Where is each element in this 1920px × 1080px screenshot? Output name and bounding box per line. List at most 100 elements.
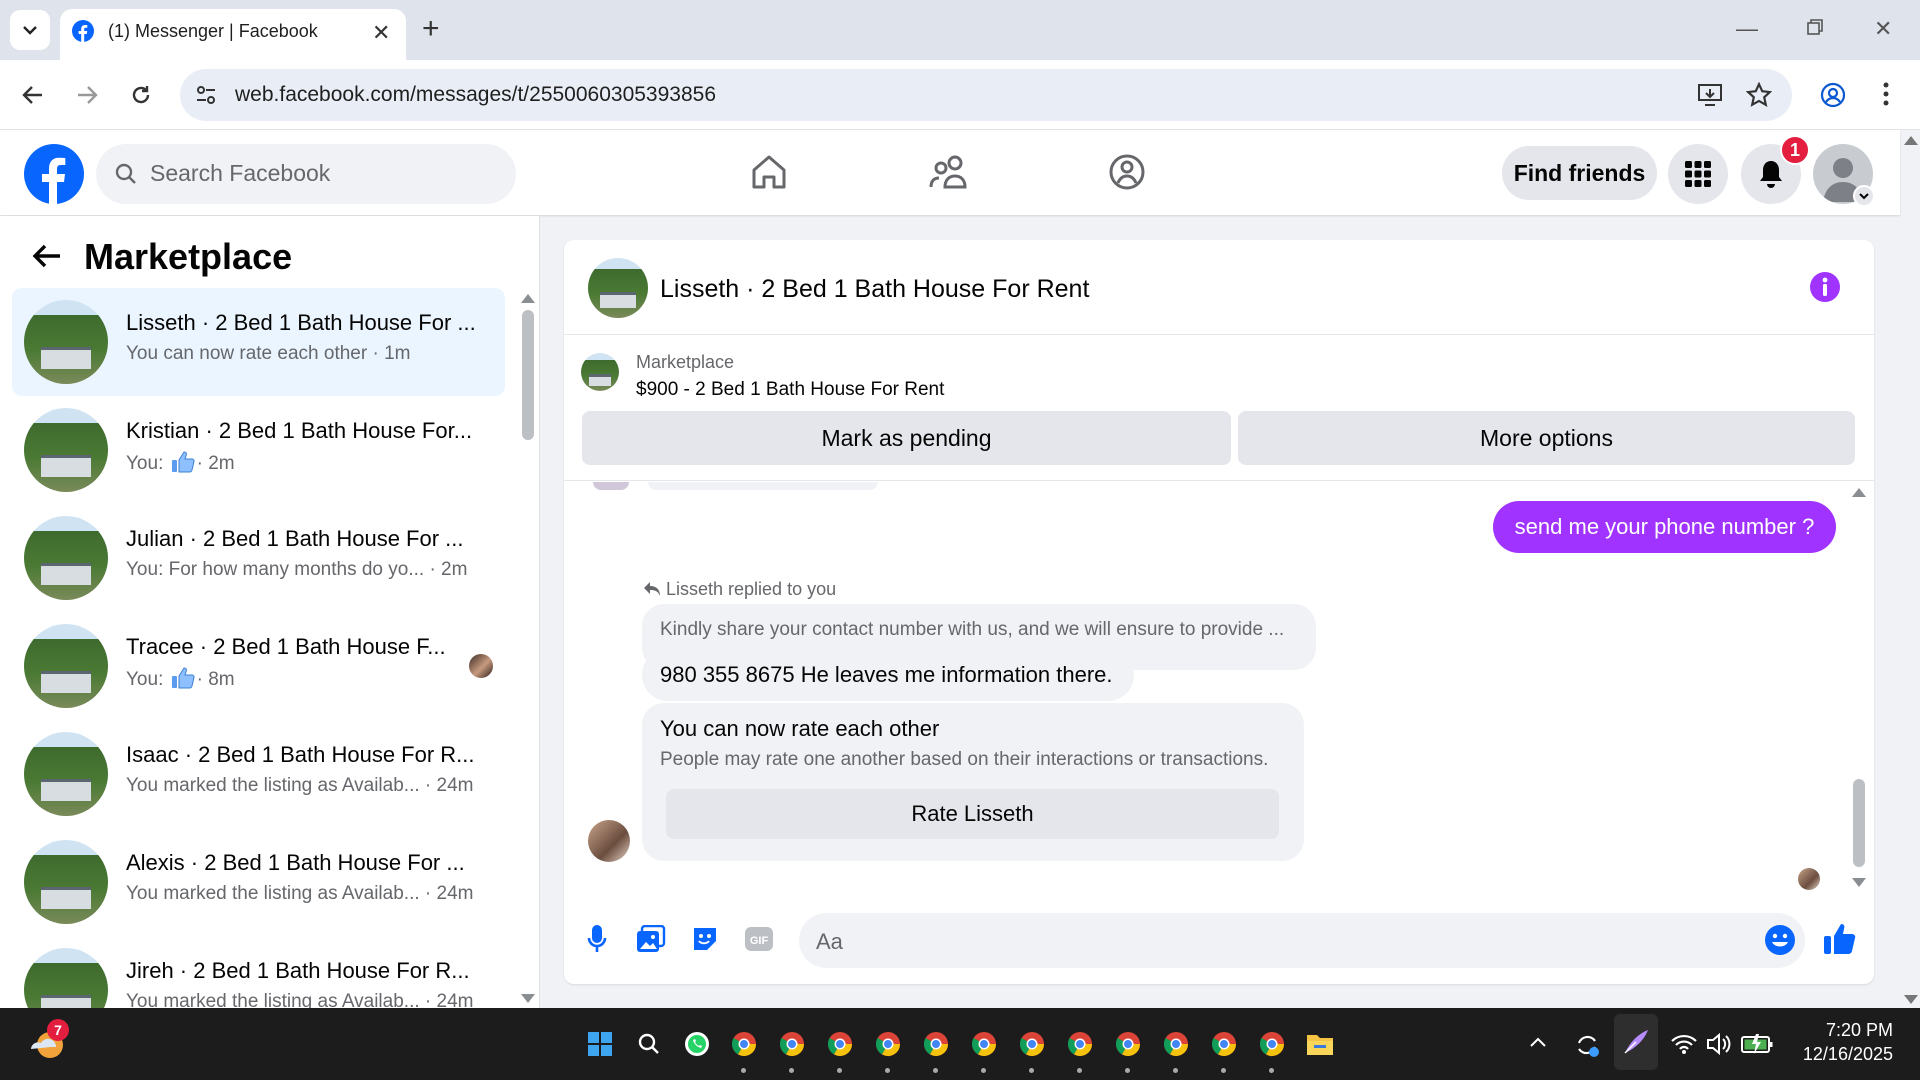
seen-receipt-avatar	[1798, 868, 1820, 890]
chrome-taskbar-icon[interactable]	[923, 1031, 949, 1057]
profile-icon[interactable]	[1820, 82, 1846, 108]
chrome-taskbar-icon[interactable]	[1019, 1031, 1045, 1057]
chrome-taskbar-icon[interactable]	[779, 1031, 805, 1057]
page-scroll-up-icon[interactable]	[1904, 136, 1918, 145]
taskbar-time[interactable]: 7:20 PM	[1795, 1020, 1893, 1041]
rate-lisseth-button[interactable]: Rate Lisseth	[666, 789, 1279, 839]
restore-icon[interactable]	[1806, 18, 1824, 36]
find-friends-button[interactable]: Find friends	[1502, 146, 1657, 200]
taskbar-date[interactable]: 12/16/2025	[1790, 1044, 1893, 1065]
listing-thumbnail[interactable]	[581, 353, 619, 391]
marketplace-label: Marketplace	[636, 352, 735, 372]
conversation-item[interactable]: Julian · 2 Bed 1 Bath House For ... You: …	[12, 504, 505, 612]
page-scroll-down-icon[interactable]	[1904, 995, 1918, 1004]
chrome-taskbar-icon[interactable]	[971, 1031, 997, 1057]
running-indicator	[1125, 1068, 1130, 1073]
minimize-icon[interactable]: —	[1736, 16, 1758, 42]
forward-arrow-icon[interactable]	[72, 80, 102, 110]
chat-scrollbar[interactable]	[1853, 779, 1865, 867]
mark-as-pending-button[interactable]: Mark as pending	[582, 411, 1231, 465]
conversation-item[interactable]: Alexis · 2 Bed 1 Bath House For ... You m…	[12, 828, 505, 936]
wifi-icon[interactable]	[1671, 1033, 1697, 1055]
tab-search-button[interactable]	[10, 10, 50, 50]
chrome-taskbar-icon[interactable]	[1163, 1031, 1189, 1057]
chat-scroll-up-icon[interactable]	[1852, 488, 1866, 497]
conversation-name: Alexis · 2 Bed 1 Bath House For ...	[126, 850, 465, 875]
battery-charging-icon[interactable]	[1741, 1033, 1773, 1055]
window-close-icon[interactable]: ✕	[1874, 16, 1892, 42]
conversation-item[interactable]: Tracee · 2 Bed 1 Bath House F... You: · 8…	[12, 612, 505, 720]
message-input-placeholder: Aa	[816, 929, 843, 954]
sync-icon[interactable]	[1573, 1031, 1601, 1059]
feather-pen-icon	[1622, 1028, 1650, 1056]
conversation-item[interactable]: Isaac · 2 Bed 1 Bath House For R... You m…	[12, 720, 505, 828]
chat-header-avatar[interactable]	[588, 258, 648, 318]
conversation-info-icon[interactable]	[1809, 271, 1841, 303]
conversation-list-scrollbar[interactable]	[522, 310, 534, 440]
photo-attach-icon[interactable]	[636, 925, 666, 953]
chrome-taskbar-icon[interactable]	[1115, 1031, 1141, 1057]
conversation-item[interactable]: Jireh · 2 Bed 1 Bath House For R... You m…	[12, 936, 505, 1008]
whatsapp-icon[interactable]	[684, 1031, 710, 1057]
chrome-taskbar-icon[interactable]	[827, 1031, 853, 1057]
account-chevron-icon[interactable]	[1853, 185, 1875, 207]
search-icon	[114, 162, 138, 186]
install-app-icon[interactable]	[1697, 83, 1723, 107]
conversation-snippet: You: For how many months do yo... · 2m	[126, 559, 467, 581]
new-tab-icon[interactable]: +	[422, 12, 440, 46]
conversation-name: Kristian · 2 Bed 1 Bath House For...	[126, 418, 473, 443]
reload-icon[interactable]	[126, 80, 156, 110]
microphone-icon[interactable]	[587, 924, 607, 954]
chrome-taskbar-icon[interactable]	[1259, 1031, 1285, 1057]
emoji-icon[interactable]	[1764, 924, 1796, 956]
conversation-name: Tracee · 2 Bed 1 Bath House F...	[126, 634, 446, 659]
conversation-snippet: You: · 2m	[126, 451, 235, 475]
menu-grid-icon[interactable]	[1668, 144, 1728, 204]
home-nav-icon[interactable]	[750, 153, 788, 191]
conversation-snippet: You: · 8m	[126, 667, 235, 691]
url-text[interactable]: web.facebook.com/messages/t/255006030539…	[235, 83, 716, 107]
volume-icon[interactable]	[1706, 1032, 1732, 1056]
site-settings-icon[interactable]	[195, 84, 217, 106]
taskbar-search-icon[interactable]	[637, 1032, 661, 1056]
conversation-item[interactable]: Lisseth · 2 Bed 1 Bath House For ... You …	[12, 288, 505, 396]
incoming-message[interactable]: 980 355 8675 He leaves me information th…	[642, 649, 1134, 701]
more-options-button[interactable]: More options	[1238, 411, 1855, 465]
groups-nav-icon[interactable]	[1108, 153, 1146, 191]
sender-avatar[interactable]	[588, 820, 630, 862]
bookmark-star-icon[interactable]	[1746, 82, 1772, 108]
conversation-item[interactable]: Kristian · 2 Bed 1 Bath House For... You:…	[12, 396, 505, 504]
windows-start-icon[interactable]	[588, 1032, 612, 1056]
chat-scroll-down-icon[interactable]	[1852, 878, 1866, 887]
thumbs-up-icon	[171, 667, 195, 689]
running-indicator	[789, 1068, 794, 1073]
conversation-avatar	[24, 948, 108, 1008]
gif-icon[interactable]: GIF	[744, 926, 774, 952]
chrome-taskbar-icon[interactable]	[1211, 1031, 1237, 1057]
outgoing-message[interactable]: send me your phone number ?	[1493, 501, 1836, 553]
facebook-logo-icon[interactable]	[24, 144, 84, 204]
file-explorer-icon[interactable]	[1306, 1032, 1334, 1056]
list-scroll-up-icon[interactable]	[521, 294, 535, 303]
tab-close-icon[interactable]: ✕	[372, 20, 390, 46]
chrome-taskbar-icon[interactable]	[1067, 1031, 1093, 1057]
chrome-taskbar-icon[interactable]	[731, 1031, 757, 1057]
show-hidden-icons-icon[interactable]	[1529, 1036, 1547, 1048]
running-indicator	[1173, 1068, 1178, 1073]
sticker-icon[interactable]	[691, 925, 719, 953]
message-input[interactable]	[799, 913, 1805, 968]
chrome-taskbar-icon[interactable]	[875, 1031, 901, 1057]
facebook-favicon-icon	[72, 20, 94, 42]
conversation-name: Isaac · 2 Bed 1 Bath House For R...	[126, 742, 475, 767]
conversation-snippet-text: You:	[126, 669, 169, 690]
list-scroll-down-icon[interactable]	[521, 994, 535, 1003]
chat-title[interactable]: Lisseth · 2 Bed 1 Bath House For Rent	[660, 275, 1089, 304]
thumbs-up-send-icon[interactable]	[1823, 922, 1857, 956]
listing-title[interactable]: $900 - 2 Bed 1 Bath House For Rent	[636, 379, 944, 401]
back-arrow-icon[interactable]	[18, 80, 48, 110]
running-indicator	[837, 1068, 842, 1073]
friends-nav-icon[interactable]	[929, 154, 969, 190]
notification-badge: 1	[1780, 135, 1810, 165]
back-to-chats-icon[interactable]	[32, 243, 62, 269]
browser-menu-icon[interactable]	[1883, 82, 1889, 106]
